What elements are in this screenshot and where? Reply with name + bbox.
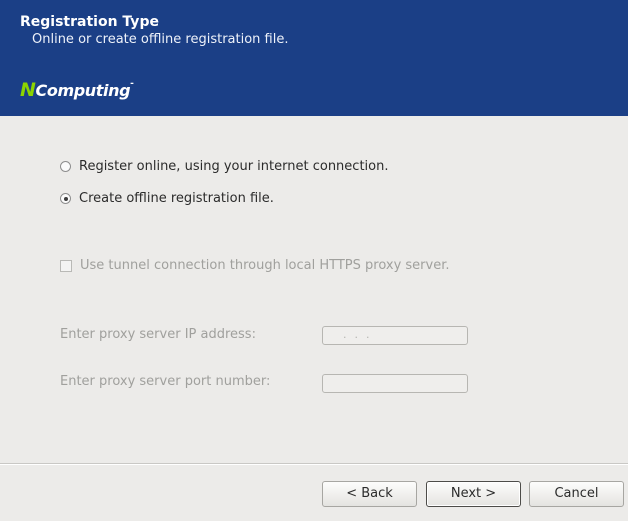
wizard-content: Register online, using your internet con…	[0, 116, 628, 463]
cancel-button[interactable]: Cancel	[529, 481, 624, 507]
create-offline-option[interactable]: Create offline registration file.	[60, 191, 274, 206]
create-offline-label[interactable]: Create offline registration file.	[79, 191, 274, 206]
register-online-radio[interactable]	[60, 161, 71, 172]
proxy-ip-input[interactable]: ...	[322, 326, 468, 345]
next-button[interactable]: Next >	[426, 481, 521, 507]
proxy-port-label: Enter proxy server port number:	[60, 374, 271, 389]
page-title: Registration Type	[20, 14, 159, 30]
tunnel-option[interactable]: Use tunnel connection through local HTTP…	[60, 258, 450, 273]
footer-divider	[0, 463, 628, 465]
register-online-option[interactable]: Register online, using your internet con…	[60, 159, 388, 174]
proxy-ip-label: Enter proxy server IP address:	[60, 327, 256, 342]
proxy-port-input[interactable]	[322, 374, 468, 393]
register-online-label[interactable]: Register online, using your internet con…	[79, 159, 388, 174]
tunnel-checkbox[interactable]	[60, 259, 72, 272]
page-subtitle: Online or create offline registration fi…	[32, 32, 289, 47]
back-button[interactable]: < Back	[322, 481, 417, 507]
wizard-header: Registration Type Online or create offli…	[0, 0, 628, 116]
create-offline-radio[interactable]	[60, 193, 71, 204]
tunnel-label: Use tunnel connection through local HTTP…	[80, 258, 450, 273]
ncomputing-logo: NComputing-	[20, 79, 134, 101]
